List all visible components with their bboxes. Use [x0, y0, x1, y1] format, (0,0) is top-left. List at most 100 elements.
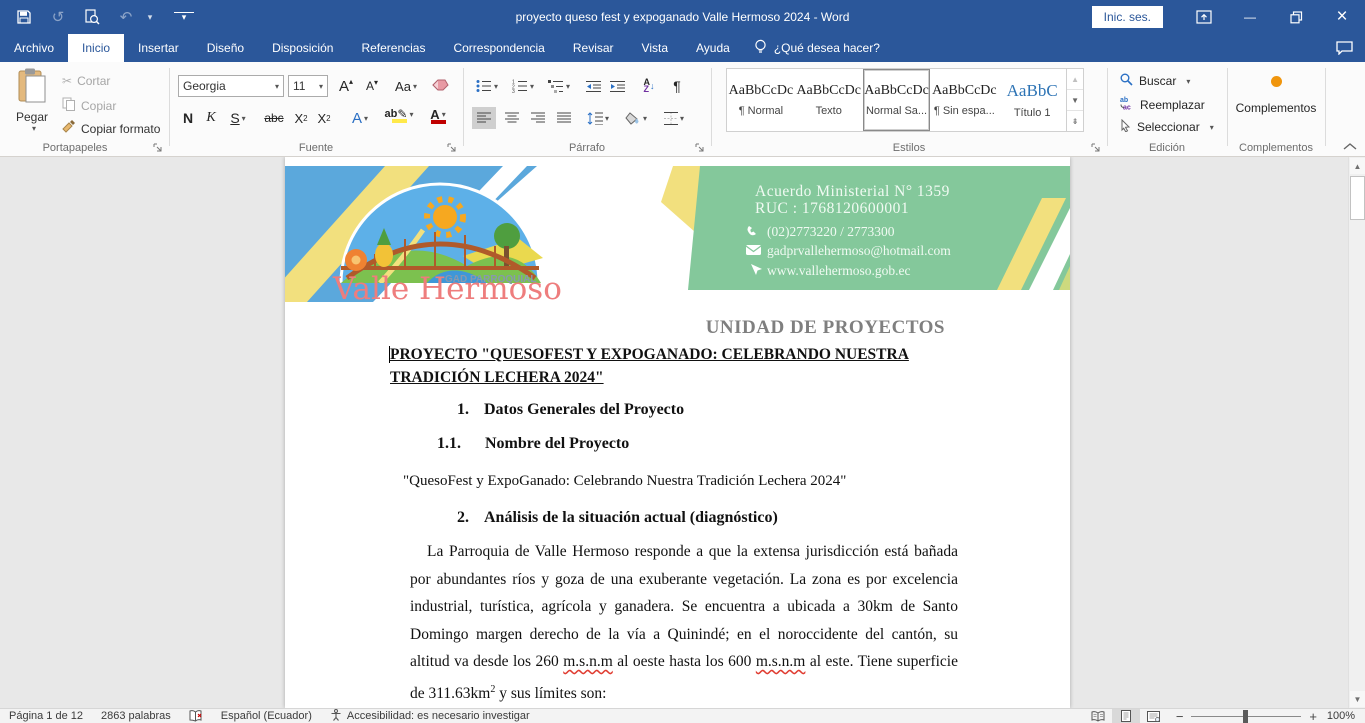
- page-indicator[interactable]: Página 1 de 12: [0, 710, 92, 722]
- zoom-in-icon[interactable]: +: [1309, 709, 1317, 723]
- tab-vista[interactable]: Vista: [628, 34, 682, 62]
- portapapeles-dialog-launcher-icon[interactable]: [153, 142, 165, 154]
- tab-ayuda[interactable]: Ayuda: [682, 34, 744, 62]
- align-center-button[interactable]: [500, 107, 524, 129]
- signin-button[interactable]: Inic. ses.: [1092, 6, 1163, 28]
- cut-button[interactable]: ✂ Cortar: [62, 74, 110, 88]
- comments-icon[interactable]: [1336, 34, 1353, 62]
- tab-correspondencia[interactable]: Correspondencia: [439, 34, 558, 62]
- accessibility-status[interactable]: Accesibilidad: es necesario investigar: [321, 709, 539, 723]
- replace-button[interactable]: abac Reemplazar: [1120, 96, 1205, 113]
- zoom-thumb[interactable]: [1243, 710, 1248, 723]
- format-painter-button[interactable]: Copiar formato: [62, 120, 160, 137]
- ribbon-display-options-icon[interactable]: [1181, 0, 1227, 34]
- style-titulo-1[interactable]: AaBbC Título 1: [998, 69, 1066, 131]
- language-indicator[interactable]: Español (Ecuador): [212, 710, 321, 722]
- undo-dropdown-icon[interactable]: ▾: [140, 7, 160, 27]
- save-icon[interactable]: [14, 7, 34, 27]
- format-painter-label: Copiar formato: [81, 122, 160, 136]
- shrink-font-button[interactable]: A▾: [360, 75, 384, 97]
- style-texto[interactable]: AaBbCcDc Texto: [795, 69, 863, 131]
- bold-button[interactable]: N: [178, 107, 198, 129]
- redo-cycle-icon[interactable]: ↺: [48, 7, 68, 27]
- tell-me-box[interactable]: ¿Qué desea hacer?: [744, 34, 890, 62]
- addins-button[interactable]: Complementos: [1228, 76, 1324, 115]
- sort-button[interactable]: AZ↓: [636, 75, 662, 97]
- zoom-out-icon[interactable]: −: [1176, 709, 1184, 723]
- tab-referencias[interactable]: Referencias: [347, 34, 439, 62]
- zoom-track[interactable]: [1191, 716, 1301, 717]
- find-button[interactable]: Buscar▾: [1120, 73, 1190, 89]
- heading-2[interactable]: 2. Análisis de la situación actual (diag…: [457, 509, 778, 527]
- styles-scroll-down-icon[interactable]: ▼: [1067, 90, 1083, 111]
- tab-diseno[interactable]: Diseño: [193, 34, 258, 62]
- borders-button[interactable]: ▾: [658, 107, 690, 129]
- paste-button[interactable]: Pegar ▾: [8, 68, 56, 146]
- grow-font-button[interactable]: A▴: [334, 75, 358, 97]
- scroll-down-icon[interactable]: ▼: [1350, 691, 1365, 707]
- paste-dropdown-icon[interactable]: ▾: [32, 124, 36, 133]
- tab-revisar[interactable]: Revisar: [559, 34, 628, 62]
- style-normal-sa[interactable]: AaBbCcDc Normal Sa...: [863, 69, 931, 131]
- justify-button[interactable]: [552, 107, 576, 129]
- document-canvas[interactable]: GAD PARROQUIAL Valle Hermoso Acuerdo Min…: [0, 157, 1348, 708]
- scroll-up-icon[interactable]: ▲: [1350, 158, 1365, 174]
- align-left-button[interactable]: [472, 107, 496, 129]
- show-marks-button[interactable]: ¶: [666, 75, 688, 97]
- vertical-scrollbar[interactable]: ▲ ▼: [1348, 157, 1365, 708]
- change-case-button[interactable]: Aa▾: [390, 75, 422, 97]
- group-parrafo: ▾ 123▾ ▾ AZ↓ ¶ ▾: [464, 62, 710, 157]
- italic-button[interactable]: K: [201, 107, 221, 129]
- zoom-slider[interactable]: − +: [1176, 709, 1317, 723]
- superscript-button[interactable]: X2: [313, 107, 335, 129]
- style-normal[interactable]: AaBbCcDc ¶ Normal: [727, 69, 795, 131]
- text-effects-button[interactable]: A▾: [343, 107, 377, 129]
- proofing-icon[interactable]: [180, 710, 212, 722]
- project-name-line[interactable]: "QuesoFest y ExpoGanado: Celebrando Nues…: [403, 473, 846, 490]
- tab-archivo[interactable]: Archivo: [0, 34, 68, 62]
- tab-disposicion[interactable]: Disposición: [258, 34, 347, 62]
- styles-more-icon[interactable]: ⇟: [1067, 111, 1083, 131]
- subscript-button[interactable]: X2: [290, 107, 312, 129]
- heading-1[interactable]: 1. Datos Generales del Proyecto: [457, 401, 684, 419]
- restore-button[interactable]: [1273, 0, 1319, 34]
- minimize-button[interactable]: —: [1227, 0, 1273, 34]
- document-title[interactable]: PROYECTO "QUESOFEST Y EXPOGANADO: CELEBR…: [390, 344, 965, 389]
- word-count[interactable]: 2863 palabras: [92, 710, 180, 722]
- scrollbar-thumb[interactable]: [1350, 176, 1365, 220]
- multilevel-list-button[interactable]: ▾: [544, 75, 574, 97]
- clear-formatting-button[interactable]: [428, 75, 452, 97]
- qat-customize-icon[interactable]: ▾: [174, 12, 194, 22]
- close-button[interactable]: ×: [1319, 0, 1365, 34]
- decrease-indent-button[interactable]: [582, 75, 604, 97]
- line-spacing-button[interactable]: ▾: [582, 107, 614, 129]
- collapse-ribbon-icon[interactable]: [1343, 140, 1359, 152]
- document-page[interactable]: GAD PARROQUIAL Valle Hermoso Acuerdo Min…: [285, 157, 1070, 708]
- print-preview-icon[interactable]: [82, 7, 102, 27]
- bullets-button[interactable]: ▾: [472, 75, 502, 97]
- addins-label: Complementos: [1236, 101, 1317, 115]
- shading-button[interactable]: ▾: [620, 107, 652, 129]
- style-sin-espaciado[interactable]: AaBbCcDc ¶ Sin espa...: [930, 69, 998, 131]
- zoom-level[interactable]: 100%: [1325, 710, 1365, 722]
- tab-inicio[interactable]: Inicio: [68, 34, 124, 62]
- print-layout-icon[interactable]: [1112, 709, 1140, 723]
- styles-scroll-up-icon[interactable]: ▲: [1067, 69, 1083, 90]
- underline-button[interactable]: S▾: [223, 107, 253, 129]
- undo-icon[interactable]: ↶: [116, 7, 136, 27]
- heading-1-1[interactable]: 1.1. Nombre del Proyecto: [437, 435, 629, 453]
- font-size-select[interactable]: 11▾: [288, 75, 328, 97]
- font-name-select[interactable]: Georgia▾: [178, 75, 284, 97]
- web-layout-icon[interactable]: [1140, 709, 1168, 723]
- body-paragraph[interactable]: La Parroquia de Valle Hermoso responde a…: [410, 538, 958, 707]
- select-button[interactable]: Seleccionar▾: [1120, 119, 1214, 135]
- align-right-button[interactable]: [526, 107, 550, 129]
- highlight-button[interactable]: ab✎▾: [381, 104, 417, 126]
- read-mode-icon[interactable]: [1084, 709, 1112, 723]
- copy-button[interactable]: Copiar: [62, 97, 116, 114]
- tab-insertar[interactable]: Insertar: [124, 34, 193, 62]
- strikethrough-button[interactable]: abc: [260, 107, 288, 129]
- numbering-button[interactable]: 123▾: [508, 75, 538, 97]
- font-color-button[interactable]: A▾: [421, 104, 455, 126]
- increase-indent-button[interactable]: [606, 75, 628, 97]
